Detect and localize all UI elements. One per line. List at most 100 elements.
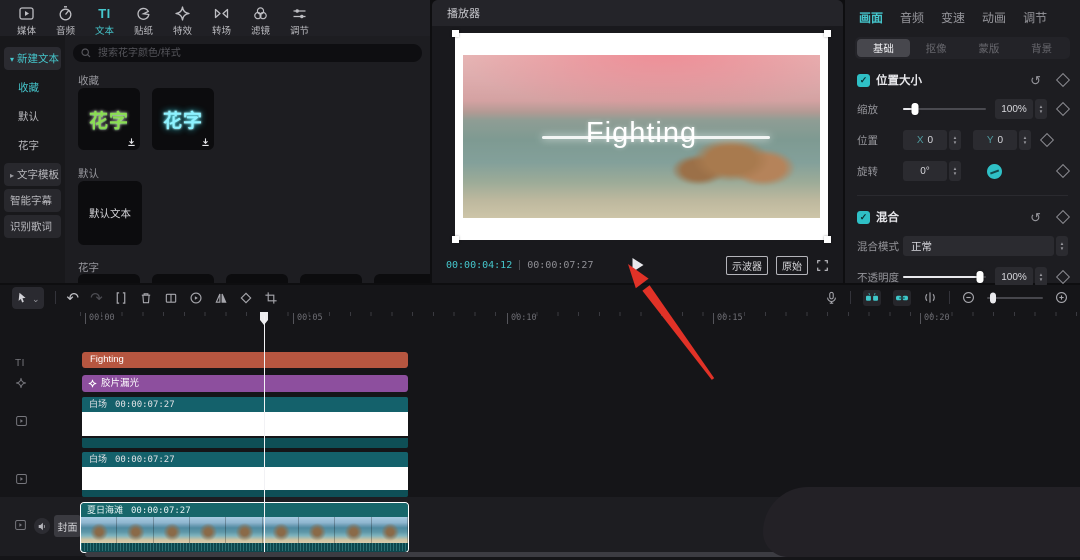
split-button[interactable]	[114, 291, 128, 305]
keyframe-diamond-icon[interactable]	[1040, 133, 1054, 147]
tab-text[interactable]: 文本	[86, 5, 123, 37]
undo-button[interactable]	[67, 289, 80, 307]
delete-button[interactable]	[139, 291, 153, 305]
opacity-stepper[interactable]	[1035, 267, 1047, 287]
sidebar-item-new-text[interactable]: 新建文本	[4, 47, 61, 70]
freeze-frame-button[interactable]	[164, 291, 178, 305]
tab-speed[interactable]: 变速	[941, 9, 965, 26]
huazi-style-card[interactable]	[152, 274, 214, 283]
white-field-clip-body[interactable]	[82, 412, 408, 436]
rotation-value[interactable]: 0°	[903, 161, 947, 181]
sidebar-item-lyrics-recognition[interactable]: 识别歌词	[4, 215, 61, 238]
sidebar-item-default[interactable]: 默认	[4, 105, 61, 128]
position-x-field[interactable]: X0	[903, 130, 947, 150]
tab-filters[interactable]: 滤镜	[242, 5, 279, 37]
play-button[interactable]	[632, 258, 643, 272]
resize-handle[interactable]	[452, 236, 459, 243]
linked-preview-toggle[interactable]	[893, 290, 911, 306]
tab-media[interactable]: 媒体	[8, 5, 45, 37]
scale-stepper[interactable]	[1035, 99, 1047, 119]
tab-animation[interactable]: 动画	[982, 9, 1006, 26]
keyframe-diamond-icon[interactable]	[1056, 270, 1070, 284]
opacity-slider[interactable]	[903, 276, 986, 278]
redo-button[interactable]	[90, 289, 103, 307]
original-button[interactable]: 原始	[776, 256, 808, 275]
effect-icon	[88, 379, 97, 388]
tab-audio-props[interactable]: 音频	[900, 9, 924, 26]
text-clip-fighting[interactable]: Fighting	[82, 352, 408, 368]
record-voiceover-button[interactable]	[825, 291, 838, 305]
mirror-button[interactable]	[214, 291, 228, 305]
main-video-clip-selected[interactable]: 夏日海滩00:00:07:27	[80, 502, 409, 553]
tab-audio[interactable]: 音频	[47, 5, 84, 37]
search-input[interactable]	[96, 47, 414, 60]
huazi-style-card[interactable]: 花字	[152, 88, 214, 150]
position-x-stepper[interactable]	[949, 130, 961, 150]
blend-checkbox[interactable]	[857, 211, 870, 224]
blend-mode-dropdown[interactable]: 正常	[903, 236, 1054, 256]
fullscreen-icon[interactable]	[816, 259, 829, 272]
preview-canvas[interactable]: Fighting	[455, 33, 828, 240]
huazi-style-card[interactable]	[374, 274, 430, 283]
tab-sticker[interactable]: 贴纸	[125, 5, 162, 37]
keyframe-diamond-icon[interactable]	[1056, 73, 1070, 87]
crop-button[interactable]	[264, 291, 278, 305]
cover-button[interactable]: 封面	[54, 515, 81, 537]
auto-snap-toggle[interactable]	[863, 290, 881, 306]
reverse-button[interactable]	[189, 291, 203, 305]
position-size-checkbox[interactable]	[857, 74, 870, 87]
white-field-clip-audio-strip[interactable]	[82, 438, 408, 448]
zoom-in-icon[interactable]	[1055, 291, 1068, 304]
huazi-style-card[interactable]: 花字	[78, 88, 140, 150]
subtab-background[interactable]: 背景	[1015, 39, 1068, 57]
keyframe-diamond-icon[interactable]	[1056, 102, 1070, 116]
timeline-ruler[interactable]: 00:00 00:05 00:10 00:15 00:20	[80, 312, 1080, 328]
opacity-value[interactable]: 100%	[995, 267, 1033, 287]
zoom-out-icon[interactable]	[962, 291, 975, 304]
white-field-clip-body[interactable]	[82, 467, 408, 490]
preview-axis-toggle[interactable]	[923, 291, 937, 304]
default-text-card[interactable]: 默认文本	[78, 181, 142, 245]
sidebar-item-huazi[interactable]: 花字	[4, 134, 61, 157]
keyframe-diamond-icon[interactable]	[1056, 164, 1070, 178]
huazi-style-card[interactable]	[226, 274, 288, 283]
resize-handle[interactable]	[824, 30, 831, 37]
huazi-style-card[interactable]	[78, 274, 140, 283]
preview-text-overlay[interactable]: Fighting	[463, 117, 820, 150]
scale-value[interactable]: 100%	[995, 99, 1033, 119]
scale-slider[interactable]	[903, 108, 986, 110]
white-field-clip-header[interactable]: 白场00:00:07:27	[82, 452, 408, 467]
tab-transitions[interactable]: 转场	[203, 5, 240, 37]
reset-icon[interactable]	[1030, 74, 1041, 87]
tab-picture[interactable]: 画面	[859, 9, 883, 26]
mute-original-sound-button[interactable]	[34, 518, 50, 534]
search-bar[interactable]	[73, 44, 422, 62]
white-field-clip-header[interactable]: 白场00:00:07:27	[82, 397, 408, 412]
sidebar-item-smart-captions[interactable]: 智能字幕	[4, 189, 61, 212]
playhead[interactable]	[260, 312, 268, 556]
subtab-mask[interactable]: 蒙版	[963, 39, 1016, 57]
select-tool-button[interactable]	[12, 287, 44, 309]
keyframe-diamond-icon[interactable]	[1056, 210, 1070, 224]
resize-handle[interactable]	[824, 236, 831, 243]
rotation-dial[interactable]	[987, 164, 1002, 179]
rotate-button[interactable]	[239, 291, 253, 305]
subtab-basic[interactable]: 基础	[857, 39, 910, 57]
position-y-stepper[interactable]	[1019, 130, 1031, 150]
rotation-stepper[interactable]	[949, 161, 961, 181]
blend-mode-stepper[interactable]	[1056, 236, 1068, 256]
effect-clip-film-leak[interactable]: 胶片漏光	[82, 375, 408, 392]
tab-effects[interactable]: 特效	[164, 5, 201, 37]
tab-adjust-props[interactable]: 调节	[1023, 9, 1047, 26]
huazi-style-card[interactable]	[300, 274, 362, 283]
tab-adjust[interactable]: 调节	[281, 5, 318, 37]
scope-button[interactable]: 示波器	[726, 256, 768, 275]
subtab-cutout[interactable]: 抠像	[910, 39, 963, 57]
reset-icon[interactable]	[1030, 211, 1041, 224]
position-y-field[interactable]: Y0	[973, 130, 1017, 150]
timeline-zoom-slider[interactable]	[987, 297, 1043, 299]
white-field-clip-audio-strip[interactable]	[82, 490, 408, 497]
resize-handle[interactable]	[452, 30, 459, 37]
sidebar-item-favorites[interactable]: 收藏	[4, 76, 61, 99]
sidebar-item-text-templates[interactable]: 文字模板	[4, 163, 61, 186]
